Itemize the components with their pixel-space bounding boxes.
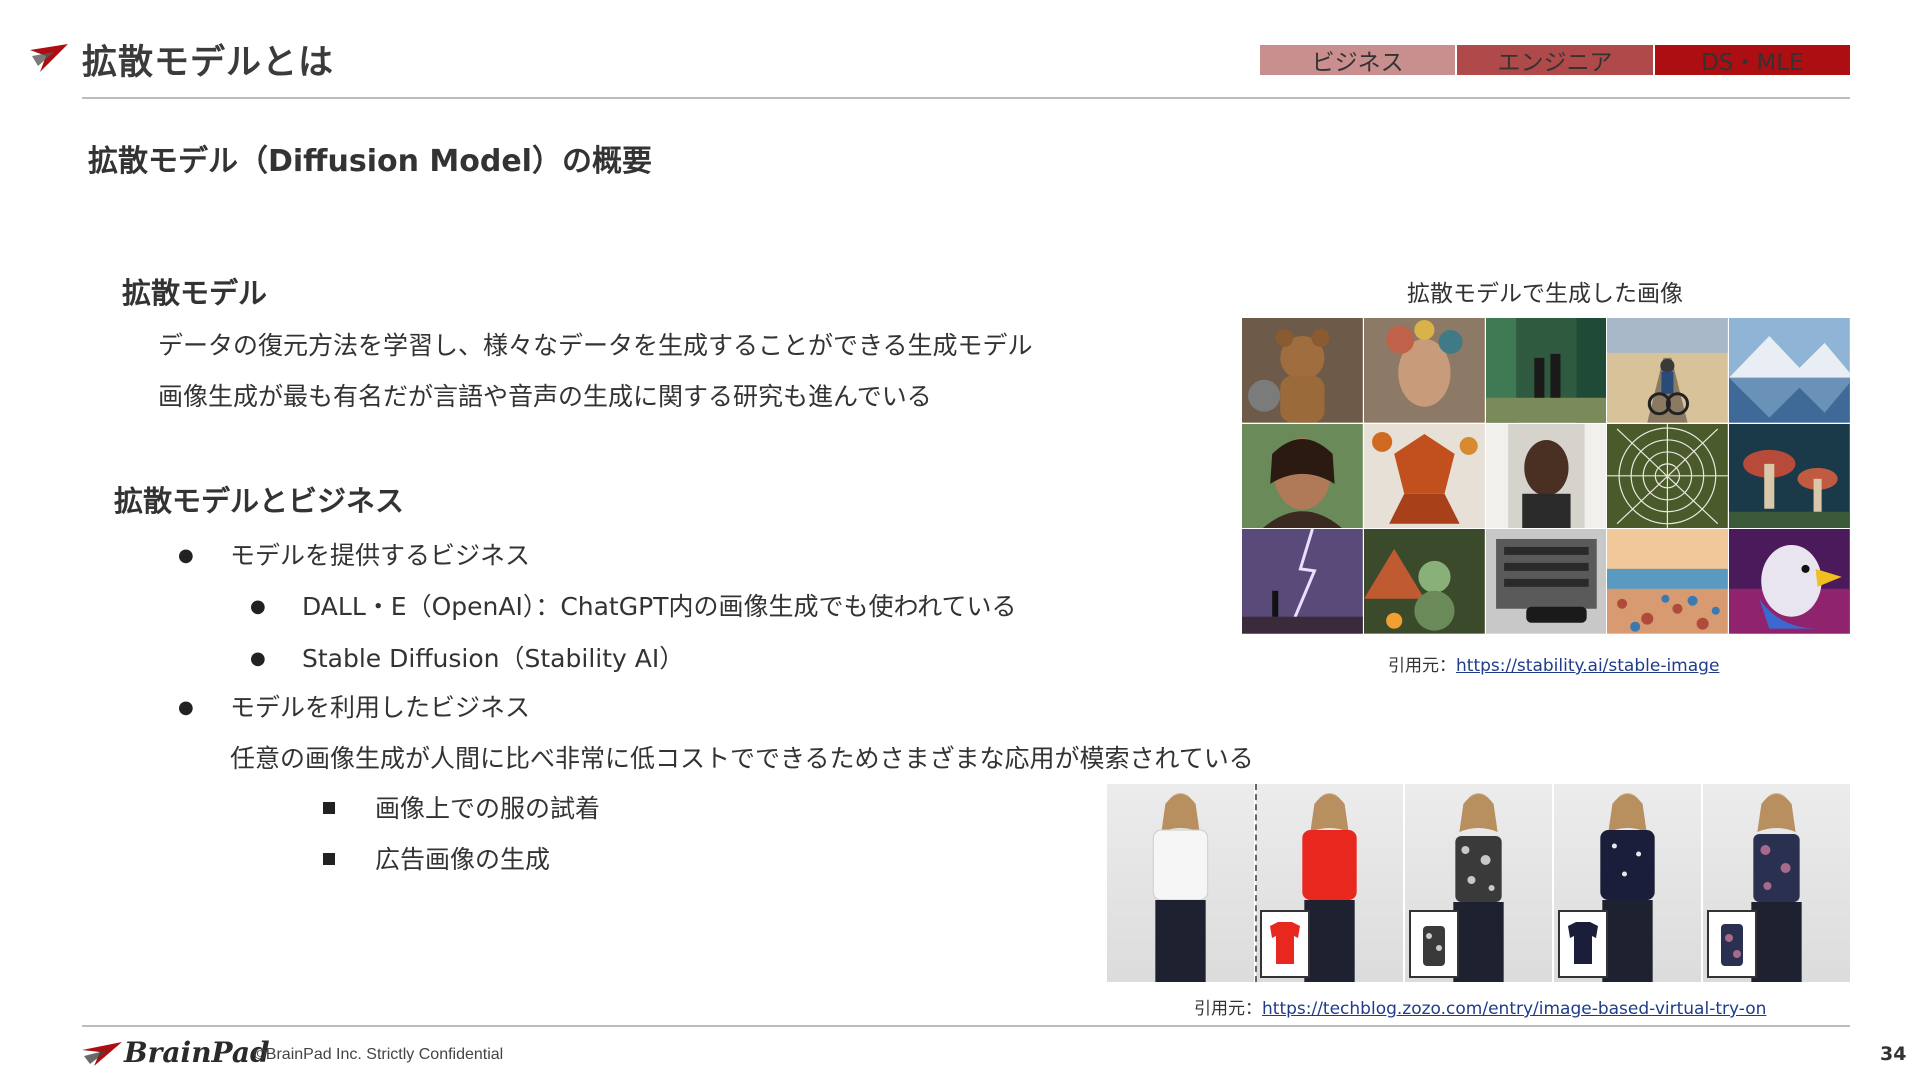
- brand-name: BrainPad: [124, 1036, 270, 1069]
- tag-engineer: エンジニア: [1455, 45, 1653, 76]
- figure1-source-label: 引用元：: [1388, 656, 1456, 676]
- list-item-use-model: モデルを利用したビジネス: [230, 693, 531, 722]
- generated-image-children-street: [1485, 318, 1607, 423]
- garment-thumbnail-red-shirt: [1260, 910, 1310, 978]
- generated-image-camping-child: [1363, 529, 1485, 634]
- garment-thumbnail-floral-camisole: [1409, 910, 1459, 978]
- generated-image-mountain-lake: [1729, 318, 1850, 423]
- section-heading-business: 拡散モデルとビジネス: [114, 484, 405, 518]
- figure2-source-link[interactable]: https://techblog.zozo.com/entry/image-ba…: [1262, 999, 1766, 1019]
- figure1-source-link[interactable]: https://stability.ai/stable-image: [1456, 656, 1719, 676]
- garment-thumbnail-navy-shirt: [1558, 910, 1608, 978]
- list-item-virtual-tryon: 画像上での服の試着: [375, 794, 601, 823]
- generated-image-smiling-woman: [1242, 423, 1363, 529]
- slide-subtitle: 拡散モデル（Diffusion Model）の概要: [88, 144, 652, 179]
- square-bullet-icon: [323, 853, 335, 865]
- square-bullet-icon: [323, 802, 335, 814]
- tryon-result-navy-shirt: [1554, 784, 1701, 982]
- list-item-ad-image: 広告画像の生成: [375, 845, 551, 874]
- generated-image-teddy-bear: [1242, 318, 1363, 423]
- figure-caption: 拡散モデルで生成した画像: [1407, 281, 1683, 307]
- tag-ds-mle: DS・MLE: [1652, 45, 1850, 76]
- bullet-icon: ●: [250, 648, 266, 669]
- list-item-use-model-description: 任意の画像生成が人間に比べ非常に低コストでできるためさまざまな応用が模索されてい…: [230, 744, 1254, 773]
- generated-image-eagle: [1729, 529, 1850, 634]
- list-item-stable-diffusion: Stable Diffusion（Stability AI）: [302, 644, 685, 673]
- bullet-icon: ●: [178, 545, 194, 566]
- brainpad-logo-icon: [82, 1042, 122, 1066]
- bullet-icon: ●: [250, 596, 266, 617]
- virtual-tryon-image-strip: [1107, 784, 1850, 982]
- header-divider: [82, 97, 1850, 99]
- generated-image-grid: [1242, 318, 1850, 634]
- list-item-provide-model: モデルを提供するビジネス: [230, 541, 531, 570]
- figure2-source: 引用元：https://techblog.zozo.com/entry/imag…: [1194, 994, 1766, 1019]
- section1-line-1: データの復元方法を学習し、様々なデータを生成することができる生成モデル: [158, 331, 1033, 360]
- audience-tag-bar: ビジネス エンジニア DS・MLE: [1260, 45, 1850, 76]
- tryon-divider-line: [1255, 784, 1257, 982]
- generated-image-building-car: [1485, 529, 1607, 634]
- generated-image-floral-face: [1363, 318, 1485, 423]
- generated-image-woman-portrait: [1485, 423, 1607, 529]
- brand-logo-icon: [30, 44, 68, 72]
- tag-business: ビジネス: [1260, 45, 1456, 76]
- copyright-text: ©BrainPad Inc. Strictly Confidential: [254, 1046, 504, 1063]
- figure1-source: 引用元：https://stability.ai/stable-image: [1388, 651, 1719, 676]
- page-title: 拡散モデルとは: [82, 43, 335, 83]
- footer-divider: [82, 1025, 1850, 1027]
- generated-image-cyclist: [1607, 318, 1729, 423]
- generated-image-pebble-beach: [1607, 529, 1729, 634]
- tryon-original-photo: [1107, 784, 1254, 982]
- list-item-dalle: DALL・E（OpenAI）：ChatGPT内の画像生成でも使われている: [302, 592, 1017, 621]
- section-heading-diffusion-model: 拡散モデル: [122, 276, 268, 310]
- generated-image-spider-web: [1607, 423, 1729, 529]
- page-number: 34: [1880, 1043, 1907, 1065]
- tryon-result-red-shirt: [1256, 784, 1403, 982]
- generated-image-mushrooms: [1729, 423, 1850, 529]
- generated-image-lightning: [1242, 529, 1363, 634]
- tryon-result-print-tank: [1703, 784, 1850, 982]
- figure2-source-label: 引用元：: [1194, 999, 1262, 1019]
- section1-line-2: 画像生成が最も有名だが言語や音声の生成に関する研究も進んでいる: [158, 382, 932, 411]
- tryon-result-floral-camisole: [1405, 784, 1552, 982]
- bullet-icon: ●: [178, 697, 194, 718]
- garment-thumbnail-print-tank: [1707, 910, 1757, 978]
- generated-image-origami-lion: [1363, 423, 1485, 529]
